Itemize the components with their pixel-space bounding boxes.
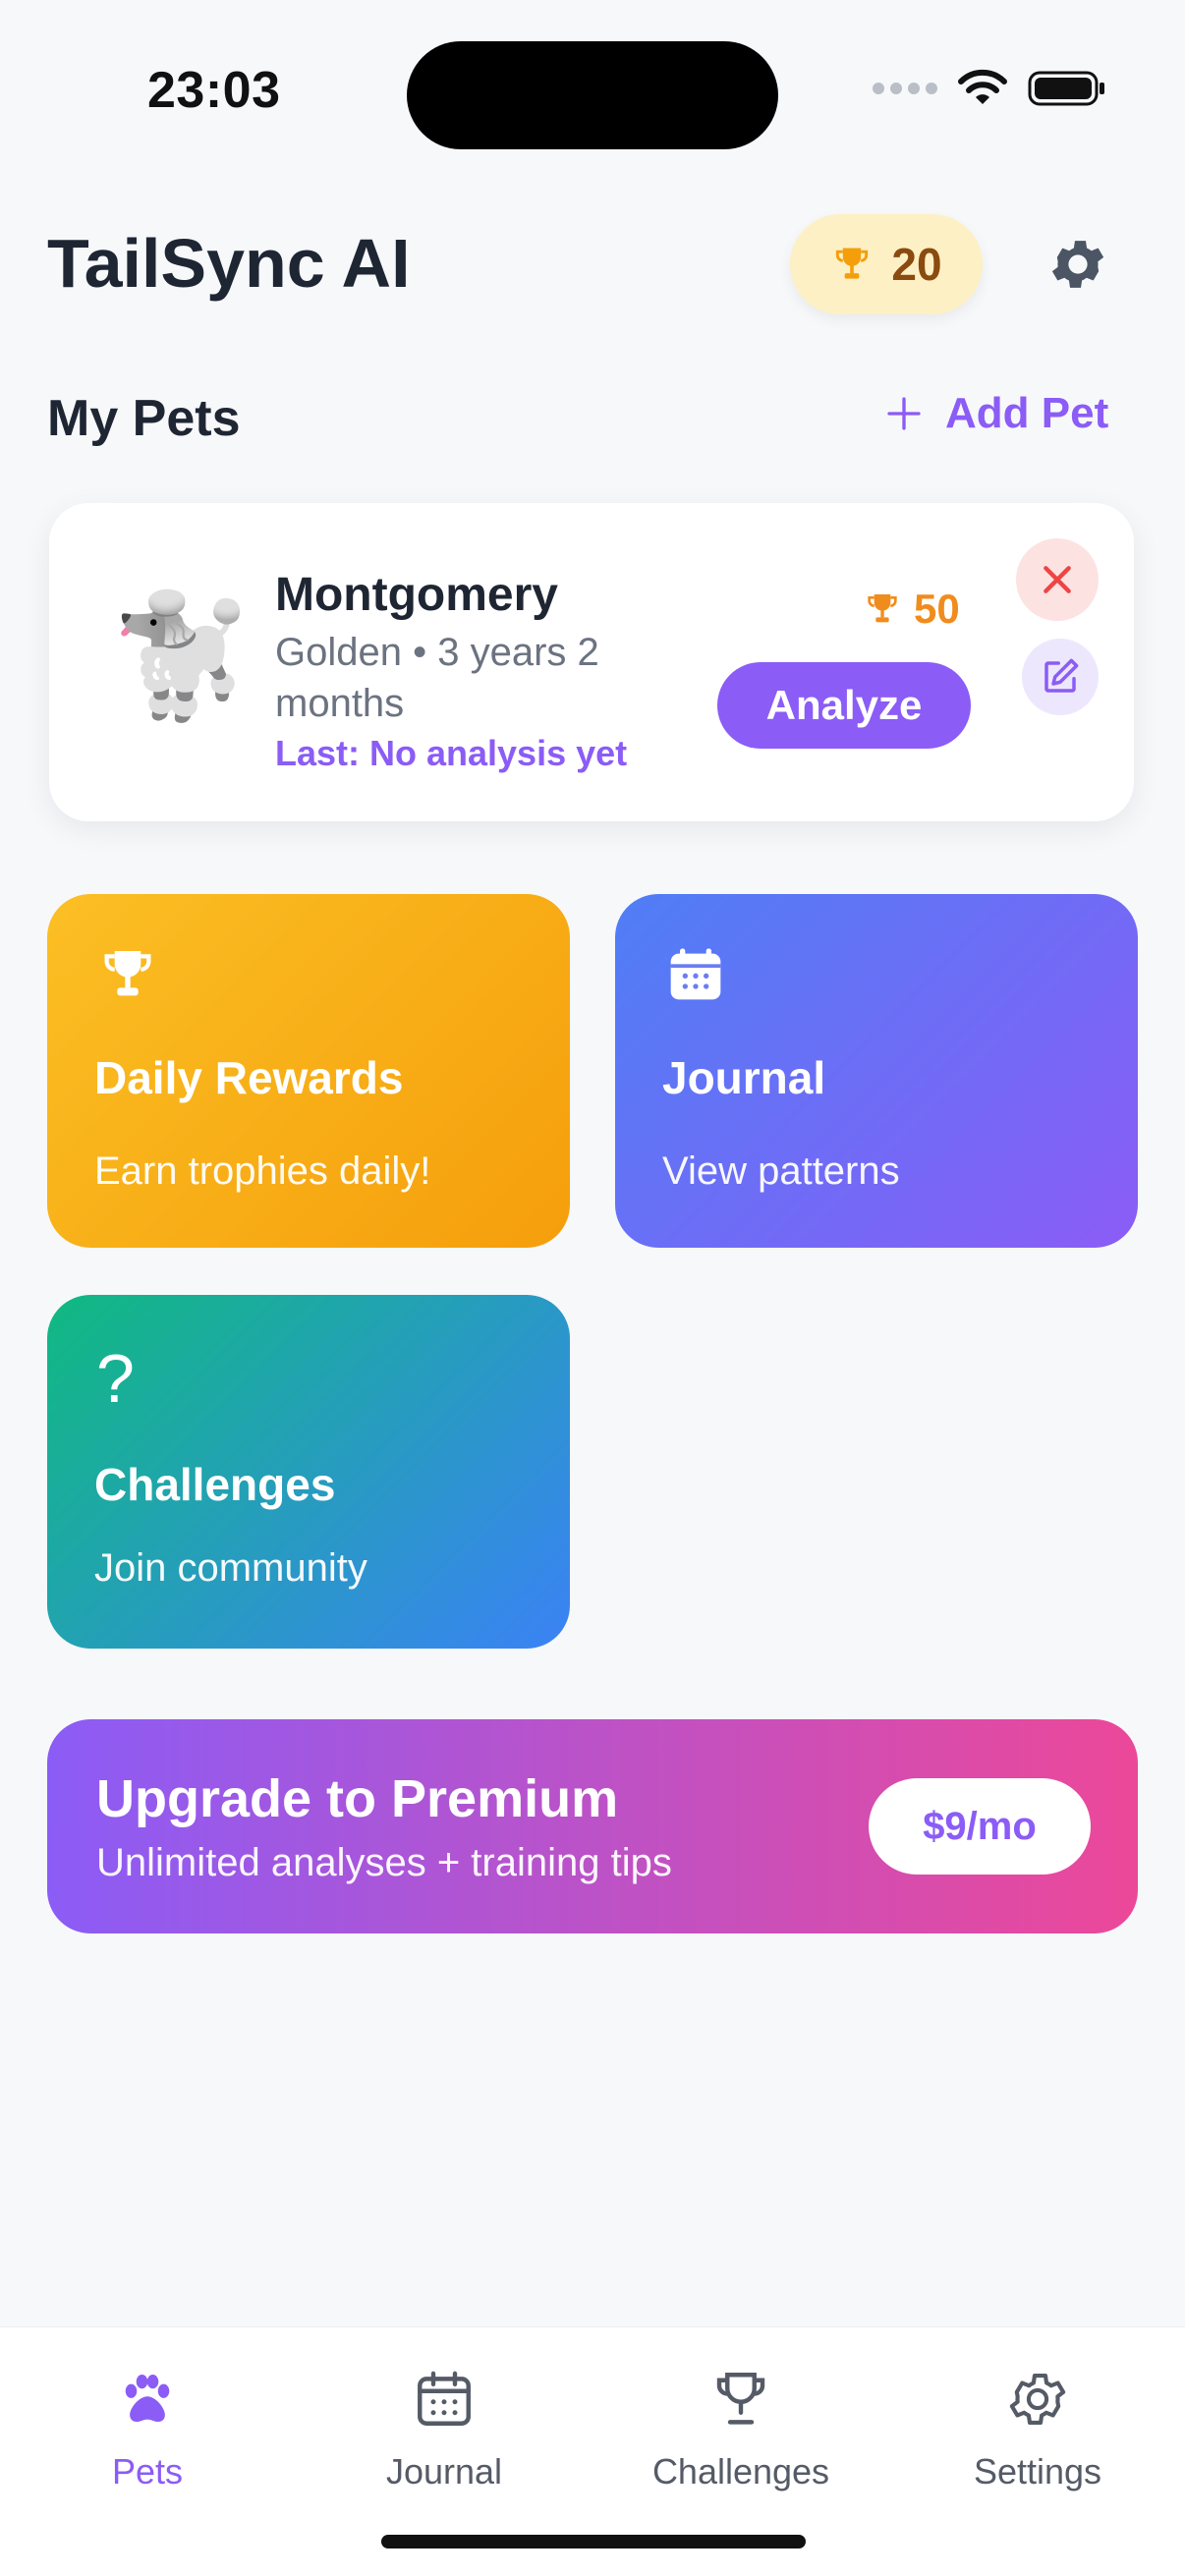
pet-trophies: 50 bbox=[863, 586, 960, 633]
tile-title: Journal bbox=[662, 1052, 826, 1103]
app-title: TailSync AI bbox=[47, 225, 411, 302]
calendar-icon bbox=[418, 2371, 471, 2426]
journal-tile[interactable]: Journal View patterns bbox=[615, 894, 1138, 1248]
daily-rewards-tile[interactable]: Daily Rewards Earn trophies daily! bbox=[47, 894, 570, 1248]
premium-banner[interactable]: Upgrade to Premium Unlimited analyses + … bbox=[47, 1719, 1138, 1933]
tab-settings[interactable]: Settings bbox=[890, 2367, 1185, 2492]
tile-subtitle: Join community bbox=[94, 1546, 367, 1590]
challenges-tile[interactable]: ? Challenges Join community bbox=[47, 1295, 570, 1649]
pet-avatar: 🐩 bbox=[108, 590, 255, 722]
premium-title: Upgrade to Premium bbox=[96, 1769, 619, 1828]
dynamic-island bbox=[407, 41, 778, 149]
tile-title: Daily Rewards bbox=[94, 1052, 404, 1103]
tab-label: Challenges bbox=[651, 2451, 830, 2492]
trophy-icon bbox=[836, 248, 869, 279]
calendar-icon bbox=[670, 948, 721, 1000]
paw-icon bbox=[125, 2374, 170, 2422]
pet-meta: Golden • 3 years 2 months bbox=[275, 631, 599, 725]
tab-pets[interactable]: Pets bbox=[0, 2367, 295, 2492]
pet-last-analysis: Last: No analysis yet bbox=[275, 733, 628, 773]
trophy-icon bbox=[104, 951, 151, 996]
premium-subtitle: Unlimited analyses + training tips bbox=[96, 1841, 672, 1884]
tab-challenges[interactable]: Challenges bbox=[593, 2367, 888, 2492]
premium-price-button[interactable]: $9/mo bbox=[869, 1778, 1091, 1875]
tile-subtitle: Earn trophies daily! bbox=[94, 1149, 431, 1193]
add-pet-button[interactable]: Add Pet bbox=[884, 389, 1108, 438]
tab-label: Settings bbox=[973, 2451, 1102, 2492]
wifi-icon bbox=[958, 69, 1007, 104]
home-indicator bbox=[381, 2535, 806, 2548]
trophy-balance[interactable]: 20 bbox=[790, 214, 983, 314]
trophy-count: 20 bbox=[891, 239, 942, 290]
close-icon bbox=[1044, 566, 1071, 593]
delete-pet-button[interactable] bbox=[1016, 538, 1099, 621]
trophy-icon bbox=[868, 594, 897, 623]
add-pet-label: Add Pet bbox=[945, 389, 1109, 437]
app-screen: 23:03 TailSync AI 20 My Pets Add Pet 🐩 M… bbox=[0, 0, 1185, 2576]
status-time: 23:03 bbox=[147, 62, 281, 119]
trophy-icon bbox=[716, 2373, 765, 2425]
gear-icon[interactable] bbox=[1045, 232, 1110, 297]
analyze-button[interactable]: Analyze bbox=[717, 662, 971, 749]
signal-icon bbox=[873, 83, 937, 94]
tile-subtitle: View patterns bbox=[662, 1149, 900, 1193]
tab-label: Journal bbox=[385, 2451, 503, 2492]
edit-pet-button[interactable] bbox=[1022, 639, 1099, 715]
gear-icon bbox=[1009, 2374, 1066, 2425]
plus-icon bbox=[887, 397, 921, 430]
pet-name: Montgomery bbox=[275, 569, 558, 621]
pet-card[interactable]: 🐩 Montgomery Golden • 3 years 2 months L… bbox=[49, 503, 1134, 821]
section-title-my-pets: My Pets bbox=[47, 390, 241, 447]
tile-title: Challenges bbox=[94, 1459, 336, 1510]
question-icon: ? bbox=[96, 1340, 135, 1417]
edit-icon bbox=[1044, 658, 1079, 693]
tab-journal[interactable]: Journal bbox=[297, 2367, 592, 2492]
pet-trophy-count: 50 bbox=[914, 586, 960, 632]
battery-icon bbox=[1028, 71, 1104, 106]
status-indicators bbox=[873, 69, 1106, 108]
tab-label: Pets bbox=[111, 2451, 184, 2492]
